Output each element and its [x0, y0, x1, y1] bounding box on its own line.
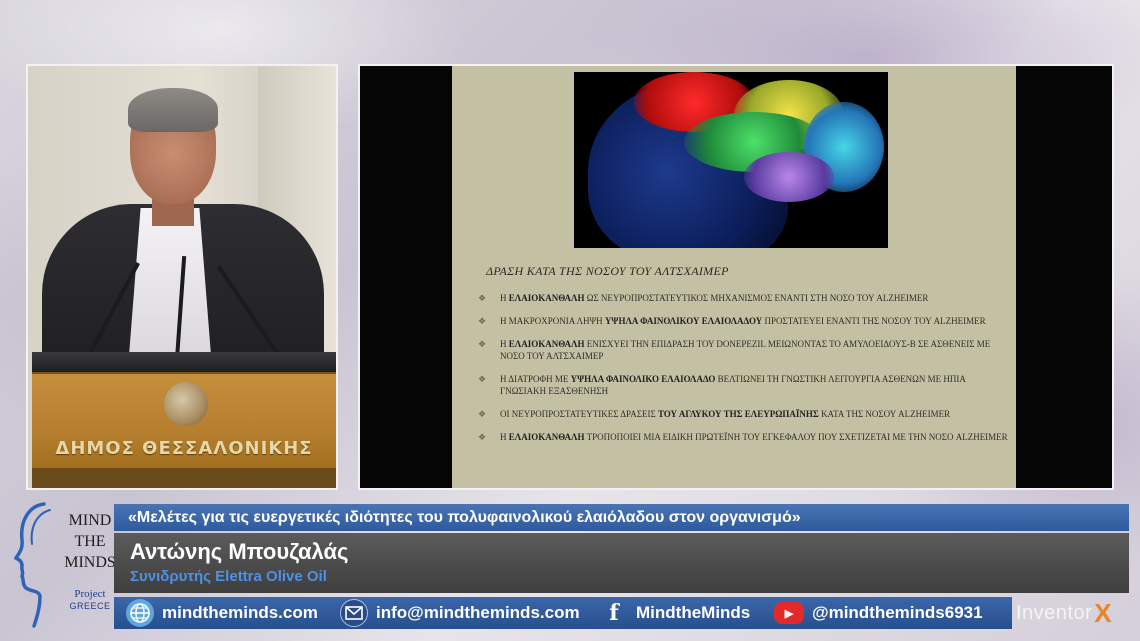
slide-title: ΔΡΑΣΗ ΚΑΤΑ ΤΗΣ ΝΟΣΟΥ ΤΟΥ ΑΛΤΣΧΑΙΜΕΡ	[486, 264, 729, 278]
head-profile-icon	[14, 502, 51, 628]
sponsor-name: Inventor	[1016, 601, 1093, 624]
mind-the-minds-logo: MIND THE MINDS Project GREECE	[8, 500, 120, 634]
logo-project: Project	[74, 588, 106, 600]
website-link[interactable]: mindtheminds.com	[126, 597, 318, 629]
topic-bar: «Μελέτες για τις ευεργετικές ιδιότητες τ…	[114, 504, 1129, 531]
facebook-icon: f	[609, 600, 619, 626]
mail-icon	[340, 599, 368, 627]
youtube-icon: ▶	[774, 602, 804, 624]
bullet-icon: ❖	[478, 293, 487, 303]
slide-bullet: ❖ Η ΔΙΑΤΡΟΦΗ ΜΕ ΥΨΗΛΑ ΦΑΙΝΟΛΙΚΟ ΕΛΑΙΟΛΑΔΟ…	[478, 374, 966, 396]
slide-bullet: ❖ ΟΙ ΝΕΥΡΟΠΡΟΣΤΑΤΕΥΤΙΚΕΣ ΔΡΑΣΕΙΣ ΤΟΥ ΑΓΛΥ…	[478, 409, 951, 419]
logo-wordmark: MIND THE MINDS	[64, 512, 116, 571]
sponsor-logo: Inventor X	[1016, 596, 1132, 630]
email-link[interactable]: info@mindtheminds.com	[340, 597, 580, 629]
podium-text: ΔΗΜΟΣ ΘΕΣΣΑΛΟΝΙΚΗΣ	[55, 438, 313, 459]
speaker-video: ΔΗΜΟΣ ΘΕΣΣΑΛΟΝΙΚΗΣ	[26, 64, 338, 490]
slide: ΔΡΑΣΗ ΚΑΤΑ ΤΗΣ ΝΟΣΟΥ ΤΟΥ ΑΛΤΣΧΑΙΜΕΡ ❖ Η Ε…	[452, 66, 1016, 488]
speaker-hair	[128, 88, 218, 132]
contact-bar: mindtheminds.com info@mindtheminds.com f…	[114, 597, 1012, 629]
bullet-icon: ❖	[478, 409, 487, 419]
podium-base	[32, 468, 336, 488]
slide-bullet: ❖ Η ΕΛΑΙΟΚΑΝΘΑΛΗ ΕΝΙΣΧΥΕΙ ΤΗΝ ΕΠΙΔΡΑΣΗ ΤΟ…	[478, 339, 991, 361]
podium-emblem-icon	[164, 382, 208, 426]
speaker-role: Συνιδρυτής Elettra Olive Oil	[130, 568, 327, 585]
logo-country: GREECE	[69, 601, 111, 611]
bullet-icon: ❖	[478, 432, 487, 442]
brain-illustration	[574, 72, 888, 248]
slide-bullet: ❖ Η ΕΛΑΙΟΚΑΝΘΑΛΗ ΩΣ ΝΕΥΡΟΠΡΟΣΤΑΤΕΥΤΙΚΟΣ Μ…	[478, 293, 929, 303]
slide-bullet: ❖ Η ΕΛΑΙΟΚΑΝΘΑΛΗ ΤΡΟΠΟΠΟΙΕΙ ΜΙΑ ΕΙΔΙΚΗ ΠΡ…	[478, 432, 1008, 442]
slide-bullets: ❖ Η ΕΛΑΙΟΚΑΝΘΑΛΗ ΩΣ ΝΕΥΡΟΠΡΟΣΤΑΤΕΥΤΙΚΟΣ Μ…	[478, 292, 1008, 454]
globe-icon	[126, 599, 154, 627]
podium-top	[32, 352, 336, 374]
facebook-link[interactable]: f MindtheMinds	[600, 597, 750, 629]
slide-video: ΔΡΑΣΗ ΚΑΤΑ ΤΗΣ ΝΟΣΟΥ ΤΟΥ ΑΛΤΣΧΑΙΜΕΡ ❖ Η Ε…	[358, 64, 1114, 490]
bullet-icon: ❖	[478, 339, 487, 349]
speaker-name-bar: Αντώνης Μπουζαλάς Συνιδρυτής Elettra Oli…	[114, 533, 1129, 593]
slide-bullet: ❖ Η ΜΑΚΡΟΧΡΟΝΙΑ ΛΗΨΗ ΥΨΗΛΑ ΦΑΙΝΟΛΙΚΟΥ ΕΛΑ…	[478, 316, 986, 326]
sponsor-x-icon: X	[1094, 597, 1113, 628]
bullet-icon: ❖	[478, 374, 487, 384]
bullet-icon: ❖	[478, 316, 487, 326]
speaker-name: Αντώνης Μπουζαλάς	[130, 539, 349, 564]
brain-region	[744, 152, 834, 202]
youtube-link[interactable]: ▶ @mindtheminds6931	[774, 597, 983, 629]
speaker-shirt	[128, 208, 212, 368]
